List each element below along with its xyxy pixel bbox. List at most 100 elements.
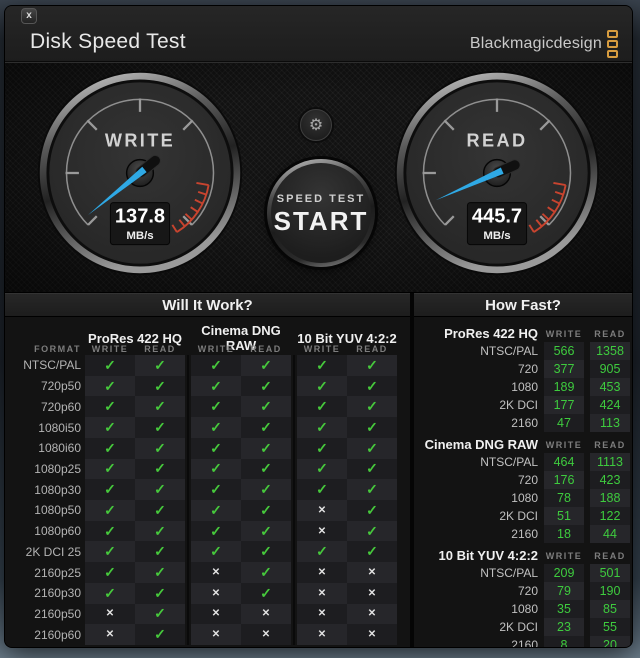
format-label: 2160 [511,416,538,430]
write-value: 177 [544,396,584,414]
group-divider [187,417,189,438]
group-divider [293,541,295,563]
write-header: WRITE [545,328,583,339]
check-icon: ✓ [135,624,185,646]
group-divider [187,437,189,459]
will-it-work-panel: Will It Work? ProRes 422 HQ Cinema DNG R… [5,293,410,647]
format-row: 2K DCI 25 ✓ ✓ ✓ ✓ ✓ ✓ [5,541,410,563]
check-icon: ✓ [135,582,185,604]
format-label: 720p60 [40,399,81,414]
speed-row: NTSC/PAL 464 1113 [414,453,632,471]
format-label: 1080p30 [34,482,81,497]
check-icon: ✓ [297,541,347,563]
speed-row: 2K DCI 23 55 [414,618,632,636]
speed-row: 1080 78 188 [414,489,632,507]
format-label: 2160 [511,638,538,647]
speed-row: 2160 47 113 [414,414,632,432]
format-row: 2160p30 ✓ ✓ ✕ ✓ ✕ ✕ [5,582,410,604]
read-value: 1358 [590,342,630,360]
format-label: 2K DCI [499,398,538,412]
read-value: 20 [590,636,630,647]
group-divider [293,375,295,397]
read-value: 423 [590,471,630,489]
codec-group-headers: ProRes 422 HQ Cinema DNG RAW 10 Bit YUV … [5,323,410,353]
group-divider [293,355,295,376]
format-row: NTSC/PAL ✓ ✓ ✓ ✓ ✓ ✓ [5,355,410,376]
group-divider [187,396,189,418]
format-label: 1080i60 [38,441,81,456]
read-header: READ [144,344,176,354]
start-button[interactable]: SPEED TEST START [267,159,375,267]
write-value: 176 [544,471,584,489]
check-icon: ✓ [241,396,291,418]
gauge-area: WRITE 137.8 MB/s READ 445.7 MB/s ⚙ SPEED… [5,62,632,293]
check-icon: ✓ [85,375,135,397]
group-divider [293,520,295,542]
check-icon: ✓ [135,437,185,459]
speed-row: 720 176 423 [414,471,632,489]
check-icon: ✓ [85,541,135,563]
check-icon: ✓ [347,437,397,459]
format-label: 1080i50 [38,420,81,435]
check-icon: ✓ [191,355,241,376]
cross-icon: ✕ [347,582,397,604]
group-divider [293,479,295,501]
format-row: 720p50 ✓ ✓ ✓ ✓ ✓ ✓ [5,375,410,397]
speed-section: Cinema DNG RAW WRITE READ NTSC/PAL 464 1113 72… [414,436,632,543]
format-label: 2K DCI [499,509,538,523]
format-label: 720 [517,584,538,598]
group-divider [187,458,189,480]
how-fast-title: How Fast? [414,293,632,317]
write-value: 209 [544,564,584,582]
speed-row: NTSC/PAL 566 1358 [414,342,632,360]
format-label: NTSC/PAL [480,455,538,469]
check-icon: ✓ [85,500,135,521]
check-icon: ✓ [347,458,397,480]
check-icon: ✓ [347,375,397,397]
format-row: 1080p30 ✓ ✓ ✓ ✓ ✓ ✓ [5,479,410,501]
write-header: WRITE [91,344,129,354]
title-bar: x Disk Speed Test Blackmagicdesign [5,6,632,62]
close-button[interactable]: x [21,8,37,24]
speed-row: 1080 35 85 [414,600,632,618]
settings-button[interactable]: ⚙ [300,109,332,141]
check-icon: ✓ [347,417,397,438]
group-divider [187,541,189,563]
group-divider [187,479,189,501]
brand-name: Blackmagicdesign [469,35,602,52]
gauge-value: 137.8 [115,206,165,228]
check-icon: ✓ [347,479,397,501]
read-gauge: READ 445.7 MB/s [392,68,602,278]
speed-section: 10 Bit YUV 4:2:2 WRITE READ NTSC/PAL 209 501 7… [414,547,632,647]
check-icon: ✓ [85,458,135,480]
app-window: x Disk Speed Test Blackmagicdesign WRITE… [5,6,632,647]
results-area: Will It Work? ProRes 422 HQ Cinema DNG R… [5,293,632,647]
read-header: READ [594,328,626,339]
write-value: 35 [544,600,584,618]
start-button-subtitle: SPEED TEST [276,192,366,205]
check-icon: ✓ [135,355,185,376]
format-row: 2160p50 ✕ ✓ ✕ ✕ ✕ ✕ [5,603,410,625]
format-label: 1080p50 [34,503,81,518]
cross-icon: ✕ [347,562,397,583]
check-icon: ✓ [135,541,185,563]
check-icon: ✓ [241,562,291,583]
gauge-unit: MB/s [483,230,510,242]
format-label: 720 [517,473,538,487]
read-value: 44 [590,525,630,543]
check-icon: ✓ [241,417,291,438]
group-divider [187,500,189,521]
check-icon: ✓ [135,458,185,480]
check-icon: ✓ [135,479,185,501]
format-row: 720p60 ✓ ✓ ✓ ✓ ✓ ✓ [5,396,410,418]
start-button-label: START [273,205,369,236]
check-icon: ✓ [191,500,241,521]
how-fast-panel: How Fast? ProRes 422 HQ WRITE READ NTSC/PAL… [414,293,632,647]
check-icon: ✓ [347,396,397,418]
format-label: 2K DCI [499,620,538,634]
format-label: 2K DCI 25 [25,544,81,559]
group-divider [187,624,189,646]
write-header: WRITE [545,439,583,450]
gear-icon: ⚙ [308,117,324,134]
read-value: 55 [590,618,630,636]
